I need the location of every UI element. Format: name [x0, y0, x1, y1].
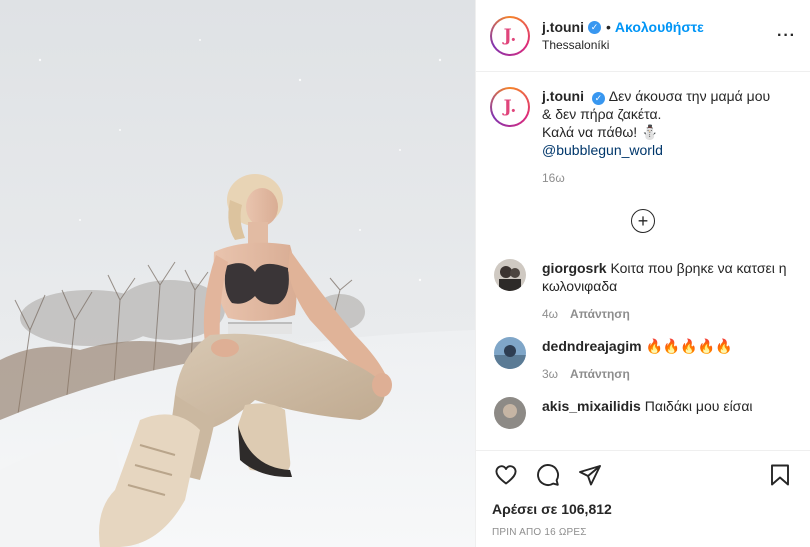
- comment-text: Παιδάκι μου είσαι: [644, 398, 753, 414]
- follow-button[interactable]: Ακολουθήστε: [615, 19, 704, 35]
- caption-username[interactable]: j.touni: [542, 88, 584, 104]
- comments-section[interactable]: J. j.touni ✓ Δεν άκουσα την μαμά μου & δ…: [476, 73, 810, 450]
- comment-item: akis_mixailidis Παιδάκι μου είσαι: [490, 397, 796, 429]
- plus-circle-icon[interactable]: +: [631, 209, 655, 233]
- instagram-post-modal: J. j.touni ✓ • Ακολουθήστε Thessaloníki …: [0, 0, 810, 547]
- author-avatar-logo: J.: [503, 25, 517, 46]
- comment-item: dedndreajagim 🔥🔥🔥🔥🔥 3ω Απάντηση: [490, 337, 796, 383]
- caption-text-line3: Καλά να πάθω! ⛄: [542, 124, 659, 140]
- comment-item: giorgosrk Κοιτα που βρηκε να κατσει η κω…: [490, 259, 796, 323]
- author-username[interactable]: j.touni: [542, 19, 584, 35]
- comment-time[interactable]: 3ω: [542, 367, 558, 381]
- reply-button[interactable]: Απάντηση: [570, 367, 630, 381]
- comment-username[interactable]: akis_mixailidis: [542, 398, 641, 414]
- caption-avatar[interactable]: J.: [490, 87, 530, 127]
- post-actions: Αρέσει σε 106,812 ΠΡΙΝ ΑΠΟ 16 ΩΡΕΣ: [476, 450, 810, 547]
- comment-username[interactable]: dedndreajagim: [542, 338, 642, 354]
- more-options-icon[interactable]: ···: [777, 27, 796, 45]
- commenter-avatar[interactable]: [494, 337, 526, 369]
- post-photo[interactable]: [0, 0, 475, 547]
- bookmark-icon[interactable]: [766, 461, 794, 489]
- comment-username[interactable]: giorgosrk: [542, 260, 607, 276]
- caption-avatar-logo: J.: [503, 97, 517, 117]
- reply-button[interactable]: Απάντηση: [570, 307, 630, 321]
- commenter-avatar[interactable]: [494, 397, 526, 429]
- caption-text-line1: Δεν άκουσα την μαμά μου: [608, 88, 771, 104]
- post-caption: J. j.touni ✓ Δεν άκουσα την μαμά μου & δ…: [490, 87, 796, 187]
- likes-count[interactable]: Αρέσει σε 106,812: [492, 501, 794, 517]
- post-header: J. j.touni ✓ • Ακολουθήστε Thessaloníki …: [476, 0, 810, 72]
- share-icon[interactable]: [576, 461, 604, 489]
- comment-text: 🔥🔥🔥🔥🔥: [645, 338, 733, 354]
- separator-dot: •: [606, 19, 611, 35]
- post-timestamp[interactable]: ΠΡΙΝ ΑΠΟ 16 ΩΡΕΣ: [492, 527, 794, 538]
- post-side-panel: J. j.touni ✓ • Ακολουθήστε Thessaloníki …: [475, 0, 810, 547]
- comment-time[interactable]: 4ω: [542, 307, 558, 321]
- caption-text-line2: & δεν πήρα ζακέτα.: [542, 106, 662, 122]
- caption-verified-badge-icon: ✓: [591, 91, 605, 105]
- post-photo-illustration: [0, 0, 475, 547]
- post-location[interactable]: Thessaloníki: [542, 38, 777, 52]
- commenter-avatar[interactable]: [494, 259, 526, 291]
- heart-icon[interactable]: [492, 461, 520, 489]
- caption-time[interactable]: 16ω: [542, 169, 770, 187]
- verified-badge-icon: ✓: [588, 20, 601, 34]
- comment-icon[interactable]: [534, 461, 562, 489]
- author-avatar[interactable]: J.: [490, 15, 530, 56]
- caption-mention-link[interactable]: @bubblegun_world: [542, 141, 770, 159]
